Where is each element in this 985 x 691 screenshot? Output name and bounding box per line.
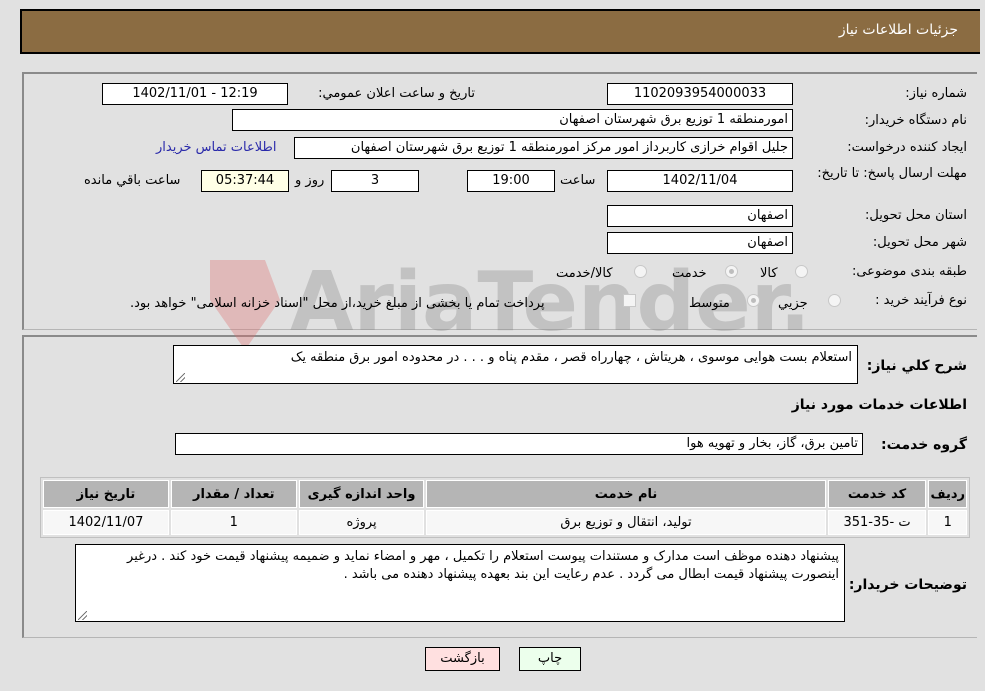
city-label: شهر محل تحویل:: [872, 235, 967, 250]
resize-grip-icon[interactable]: [78, 611, 87, 620]
buyer-notes-text: پیشنهاد دهنده موظف است مدارک و مستندات پ…: [127, 549, 839, 582]
summary-textarea[interactable]: استعلام بست هوایی موسوی ، هریتاش ، چهارر…: [173, 345, 858, 384]
back-button[interactable]: بازگشت: [425, 647, 500, 671]
purchase-minor-radio[interactable]: [828, 294, 841, 307]
col-unit: واحد اندازه گیری: [298, 480, 425, 508]
days-remaining-field: 3: [331, 170, 419, 192]
need-number-field: 1102093954000033: [607, 83, 793, 105]
col-quantity: تعداد / مقدار: [170, 480, 297, 508]
col-row: ردیف: [928, 480, 967, 508]
col-service-name: نام خدمت: [426, 480, 826, 508]
purchase-type-label: نوع فرآیند خرید :: [875, 293, 967, 308]
cell-quantity: 1: [170, 510, 297, 535]
col-need-date: تاریخ نیاز: [43, 480, 169, 508]
category-goods-radio[interactable]: [795, 265, 808, 278]
cell-service-code: ت -35-351: [827, 510, 927, 535]
col-service-code: کد خدمت: [827, 480, 927, 508]
purchase-medium-label: متوسط: [689, 296, 730, 311]
cell-row: 1: [928, 510, 967, 535]
category-goods-label: کالا: [760, 266, 778, 281]
purchase-minor-label: جزيي: [778, 296, 808, 311]
days-label: روز و: [295, 173, 325, 188]
page-title: جزئيات اطلاعات نیاز: [838, 22, 958, 38]
buyer-notes-label: توضیحات خریدار:: [848, 577, 967, 593]
buyer-notes-textarea[interactable]: پیشنهاد دهنده موظف است مدارک و مستندات پ…: [75, 544, 845, 622]
province-field: اصفهان: [607, 205, 793, 227]
category-service-label: خدمت: [672, 266, 707, 281]
print-button[interactable]: چاپ: [519, 647, 581, 671]
summary-text: استعلام بست هوایی موسوی ، هریتاش ، چهارر…: [290, 350, 852, 365]
treasury-note: پرداخت تمام یا بخشی از مبلغ خرید،از محل …: [130, 296, 545, 311]
service-group-label: گروه خدمت:: [881, 437, 967, 453]
treasury-checkbox[interactable]: [623, 294, 636, 307]
buyer-org-label: نام دستگاه خریدار:: [864, 113, 967, 128]
time-remaining-label: ساعت باقي مانده: [84, 173, 181, 188]
province-label: استان محل تحویل:: [865, 208, 967, 223]
services-table-header: ردیف کد خدمت نام خدمت واحد اندازه گیری ت…: [43, 480, 967, 508]
deadline-label: مهلت ارسال پاسخ: تا تاریخ:: [817, 166, 967, 181]
buyer-org-field: امورمنطقه 1 توزیع برق شهرستان اصفهان: [232, 109, 793, 131]
purchase-medium-radio[interactable]: [747, 294, 760, 307]
deadline-time-field: 19:00: [467, 170, 555, 192]
city-field: اصفهان: [607, 232, 793, 254]
need-number-label: شماره نیاز:: [905, 86, 967, 101]
category-label: طبقه بندی موضوعی:: [851, 264, 967, 279]
category-goods-service-label: کالا/خدمت: [556, 266, 613, 281]
deadline-date-field: 1402/11/04: [607, 170, 793, 192]
time-remaining-field: 05:37:44: [201, 170, 289, 192]
resize-grip-icon[interactable]: [176, 373, 185, 382]
category-goods-service-radio[interactable]: [634, 265, 647, 278]
requester-field: جلیل اقوام خرازی کاربرداز امور مرکز امور…: [294, 137, 793, 159]
table-row: 1 ت -35-351 تولید، انتقال و توزیع برق پر…: [43, 510, 967, 535]
buyer-contact-link[interactable]: اطلاعات تماس خریدار: [156, 140, 276, 155]
page-header: جزئيات اطلاعات نیاز: [20, 9, 980, 54]
cell-need-date: 1402/11/07: [43, 510, 169, 535]
summary-label: شرح کلي نیاز:: [866, 358, 967, 374]
announce-datetime-label: تاريخ و ساعت اعلان عمومي:: [318, 86, 475, 101]
category-service-radio[interactable]: [725, 265, 738, 278]
cell-unit: پروژه: [298, 510, 425, 535]
cell-service-name: تولید، انتقال و توزیع برق: [426, 510, 826, 535]
deadline-time-label: ساعت: [560, 173, 596, 188]
service-group-field: تامین برق، گاز، بخار و تهویه هوا: [175, 433, 863, 455]
requester-label: ایجاد کننده درخواست:: [847, 140, 967, 155]
services-table: ردیف کد خدمت نام خدمت واحد اندازه گیری ت…: [40, 477, 970, 538]
services-section-title: اطلاعات خدمات مورد نیاز: [791, 397, 967, 413]
announce-datetime-field: 1402/11/01 - 12:19: [102, 83, 288, 105]
